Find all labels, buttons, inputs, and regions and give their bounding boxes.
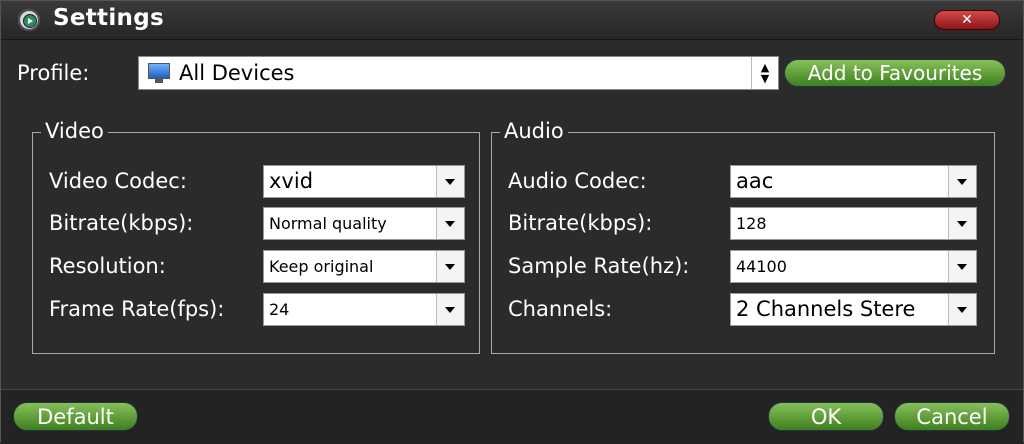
- video-bitrate-select[interactable]: Normal quality: [263, 207, 465, 240]
- audio-group-title: Audio: [500, 119, 568, 143]
- resolution-label: Resolution:: [49, 254, 166, 278]
- channels-value: 2 Channels Stere: [736, 297, 916, 321]
- dropdown-arrow-icon[interactable]: [436, 251, 464, 282]
- dropdown-arrow-icon[interactable]: [948, 166, 976, 197]
- resolution-value: Keep original: [269, 257, 374, 276]
- video-codec-select[interactable]: xvid: [263, 165, 465, 198]
- close-button[interactable]: ✕: [934, 10, 1000, 30]
- title-bar: Settings ✕: [1, 1, 1023, 40]
- audio-codec-label: Audio Codec:: [508, 169, 647, 193]
- sample-rate-value: 44100: [736, 257, 787, 276]
- video-group-title: Video: [41, 119, 108, 143]
- window-title: Settings: [53, 5, 164, 31]
- updown-arrow-icon[interactable]: ▲ ▼: [751, 57, 778, 89]
- dropdown-arrow-icon[interactable]: [436, 294, 464, 325]
- video-bitrate-label: Bitrate(kbps):: [49, 211, 194, 235]
- dropdown-arrow-icon[interactable]: [436, 208, 464, 239]
- dropdown-arrow-icon[interactable]: [948, 294, 976, 325]
- channels-select[interactable]: 2 Channels Stere: [730, 293, 977, 326]
- profile-select[interactable]: All Devices ▲ ▼: [138, 56, 779, 90]
- video-bitrate-value: Normal quality: [269, 214, 387, 233]
- dropdown-arrow-icon[interactable]: [948, 208, 976, 239]
- audio-codec-value: aac: [736, 169, 774, 193]
- dialog-footer: Default OK Cancel: [1, 389, 1023, 444]
- channels-label: Channels:: [508, 297, 613, 321]
- dropdown-arrow-icon[interactable]: [436, 166, 464, 197]
- app-logo-icon: [18, 9, 40, 31]
- frame-rate-select[interactable]: 24: [263, 293, 465, 326]
- device-monitor-icon: [148, 63, 170, 83]
- frame-rate-value: 24: [269, 300, 290, 319]
- resolution-select[interactable]: Keep original: [263, 250, 465, 283]
- sample-rate-label: Sample Rate(hz):: [508, 254, 690, 278]
- sample-rate-select[interactable]: 44100: [730, 250, 977, 283]
- cancel-button[interactable]: Cancel: [894, 402, 1010, 431]
- ok-button[interactable]: OK: [768, 402, 884, 431]
- audio-bitrate-select[interactable]: 128: [730, 207, 977, 240]
- profile-label: Profile:: [17, 61, 90, 85]
- audio-bitrate-value: 128: [736, 214, 767, 233]
- add-to-favourites-button[interactable]: Add to Favourites: [784, 59, 1006, 87]
- default-button[interactable]: Default: [13, 402, 138, 431]
- video-codec-label: Video Codec:: [49, 169, 187, 193]
- audio-bitrate-label: Bitrate(kbps):: [508, 211, 653, 235]
- frame-rate-label: Frame Rate(fps):: [49, 297, 225, 321]
- profile-value: All Devices: [179, 61, 295, 85]
- dropdown-arrow-icon[interactable]: [948, 251, 976, 282]
- settings-dialog: Settings ✕ Profile: All Devices ▲ ▼ Add t…: [0, 0, 1024, 444]
- audio-codec-select[interactable]: aac: [730, 165, 977, 198]
- video-codec-value: xvid: [269, 169, 314, 193]
